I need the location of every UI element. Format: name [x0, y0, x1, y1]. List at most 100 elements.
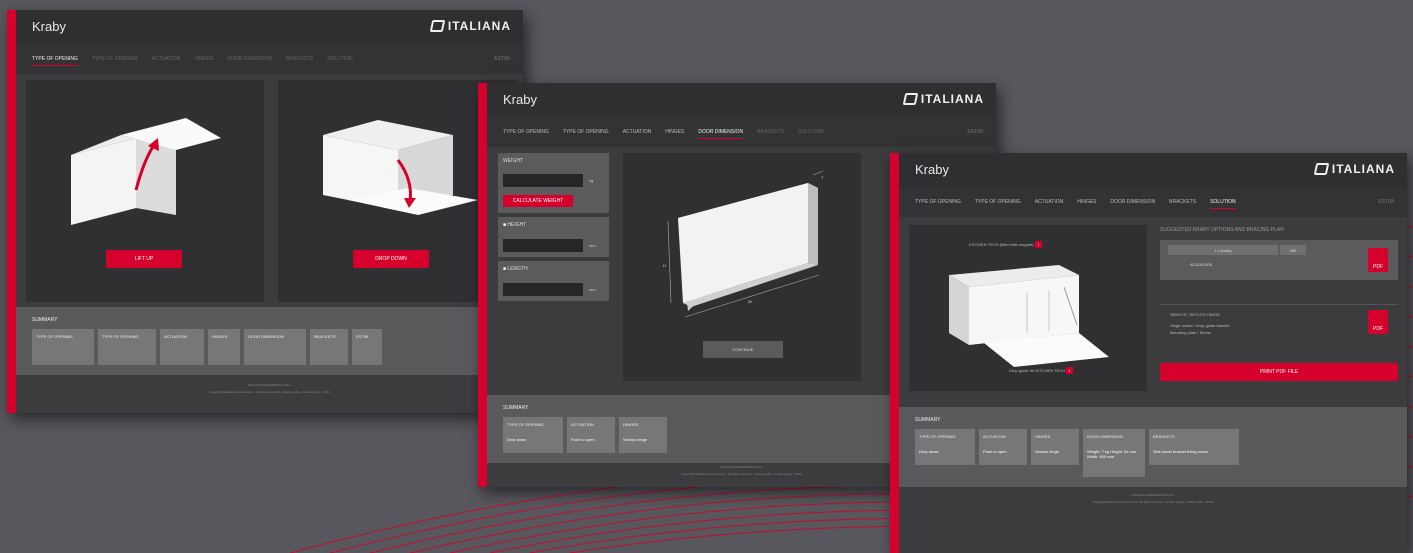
height-input[interactable] [503, 239, 583, 252]
summary-chip: BRACKETS Side panel bracket fixing screw [1149, 429, 1239, 465]
summary-chip: TYPE OF OPENING Drop down [503, 417, 563, 453]
lift-up-cabinet-illustration [71, 118, 221, 225]
summary-chip: TYPE OF OPENING [98, 329, 156, 365]
tab-estim[interactable]: ESTIM. [967, 126, 984, 138]
dim-t-label: T [821, 175, 824, 180]
tab-hinges[interactable]: HINGES [1077, 196, 1096, 208]
app-header: Kraby ITALIANA [16, 10, 523, 44]
lift-up-card[interactable]: LIFT UP [26, 80, 264, 302]
info-title: SENSYS / SKYLITE HINGE [1170, 312, 1220, 317]
summary-title: SUMMARY [32, 317, 58, 323]
info-badge-icon: i [1066, 367, 1074, 374]
tab-type-of-opening-2[interactable]: TYPE OF OPENING [563, 126, 609, 138]
tab-type-of-opening[interactable]: TYPE OF OPENING [915, 196, 961, 208]
print-pdf-button[interactable]: PRINT PDF FILE [1160, 363, 1398, 381]
summary-chip: HINGES Sensys hinge [1031, 429, 1079, 465]
length-field-group: ■ LENGTH mm [498, 261, 609, 301]
tab-actuation[interactable]: ACTUATION [152, 53, 181, 65]
info-line-1: Hinge model / Drop guide bracket [1170, 323, 1230, 328]
summary-chip: ACTUATION [160, 329, 204, 365]
logo-mark-icon [902, 93, 919, 105]
footer-company: ITALIANA FERRAMENTA S.R.L. [247, 383, 292, 387]
app-brand: Kraby [503, 92, 537, 107]
tab-door-dimension[interactable]: DOOR DIMENSION [227, 53, 272, 65]
italiana-logo: ITALIANA [429, 19, 511, 33]
summary-chip: HINGES Sensys hinge [619, 417, 667, 453]
summary-chip: DOOR DIMENSION Weight: 7 kg Height: 3x mm… [1083, 429, 1145, 477]
summary-section: SUMMARY TYPE OF OPENING TYPE OF OPENING … [16, 307, 523, 375]
app-header: Kraby ITALIANA [487, 83, 996, 117]
summary-title: SUMMARY [503, 405, 529, 411]
weight-field-group: WEIGHT kg CALCULATE WEIGHT [498, 153, 609, 213]
option-size-button[interactable]: 180 [1280, 245, 1306, 255]
option-kraby-button[interactable]: 1 x Kraby [1168, 245, 1278, 255]
step-nav: TYPE OF OPENING TYPE OF OPENING ACTUATIO… [487, 117, 996, 147]
lift-up-button[interactable]: LIFT UP [106, 250, 182, 268]
summary-chip: DOOR DIMENSION [244, 329, 306, 365]
app-brand: Kraby [32, 19, 66, 34]
calculate-weight-button[interactable]: CALCULATE WEIGHT [503, 195, 573, 207]
length-input[interactable] [503, 283, 583, 296]
tab-type-of-opening-2[interactable]: TYPE OF OPENING [92, 53, 138, 65]
tab-estim[interactable]: ESTIM. [494, 53, 511, 65]
summary-chip: HINGES [208, 329, 240, 365]
options-divider [1160, 304, 1398, 305]
door-panel-illustration [667, 170, 824, 318]
logo-text: ITALIANA [447, 19, 511, 33]
italiana-logo: ITALIANA [1313, 162, 1395, 176]
length-unit: mm [589, 287, 596, 292]
accent-bar [7, 10, 16, 413]
footer: ITALIANA FERRAMENTA S.R.L. Copyright Ita… [16, 383, 523, 413]
tab-hinges[interactable]: HINGES [194, 53, 213, 65]
tab-brackets[interactable]: BRACKETS [757, 126, 784, 138]
window-type-of-opening: Kraby ITALIANA TYPE OF OPENING TYPE OF O… [7, 10, 523, 413]
continue-button[interactable]: CONTINUE [703, 341, 783, 358]
summary-chips: TYPE OF OPENING Drop down ACTUATION Push t… [915, 429, 1239, 477]
tab-door-dimension[interactable]: DOOR DIMENSION [698, 126, 744, 139]
tab-type-of-opening[interactable]: TYPE OF OPENING [32, 53, 78, 66]
weight-label: WEIGHT [503, 158, 523, 164]
summary-chip: ACTUATION Push to open [567, 417, 615, 453]
tab-door-dimension[interactable]: DOOR DIMENSION [1110, 196, 1155, 208]
app-header: Kraby ITALIANA [899, 153, 1407, 187]
window-solution: Kraby ITALIANA TYPE OF OPENING TYPE OF O… [890, 153, 1407, 553]
tab-brackets[interactable]: BRACKETS [1169, 196, 1196, 208]
length-label: ■ LENGTH [503, 266, 528, 272]
footer: ITALIANA FERRAMENTA S.R.L. Copyright Ita… [899, 493, 1407, 553]
tab-solution[interactable]: SOLUTION [327, 53, 353, 65]
solution-preview-panel: KITCHEN TECH (fitted with magnet) i Drop… [909, 225, 1147, 391]
summary-chip: TYPE OF OPENING [32, 329, 94, 365]
height-unit: mm [589, 243, 596, 248]
logo-mark-icon [1313, 163, 1330, 175]
drop-guide-note: Drop guide for KITCHEN TECH i [1009, 367, 1074, 374]
tab-actuation[interactable]: ACTUATION [1035, 196, 1064, 208]
tab-solution[interactable]: SOLUTION [1210, 196, 1236, 209]
summary-chips: TYPE OF OPENING Drop down ACTUATION Push t… [503, 417, 667, 453]
summary-title: SUMMARY [915, 417, 941, 423]
pdf-download-icon[interactable]: PDF [1368, 248, 1388, 272]
height-marker-icon: ■ [503, 222, 507, 228]
accent-bar [890, 153, 899, 553]
dim-h-label: H [663, 263, 666, 268]
door-preview-panel: H W T CONTINUE [623, 153, 861, 381]
tab-estim[interactable]: ESTIM. [1378, 196, 1395, 208]
logo-mark-icon [429, 20, 446, 32]
tab-actuation[interactable]: ACTUATION [623, 126, 652, 138]
weight-input[interactable] [503, 174, 583, 187]
italiana-logo: ITALIANA [902, 92, 984, 106]
options-title: SUGGESTED KRABY OPTIONS AND BRACING PLAN [1160, 227, 1284, 233]
footer-company: ITALIANA FERRAMENTA S.R.L. [1131, 493, 1175, 497]
drop-down-button[interactable]: DROP DOWN [353, 250, 429, 268]
tab-solution[interactable]: SOLUTION [798, 126, 824, 138]
tab-type-of-opening-2[interactable]: TYPE OF OPENING [975, 196, 1021, 208]
tab-brackets[interactable]: BRACKETS [286, 53, 313, 65]
summary-chip: ESTIM. [352, 329, 382, 365]
length-marker-icon: ■ [503, 266, 507, 272]
summary-chips: TYPE OF OPENING TYPE OF OPENING ACTUATIO… [32, 329, 382, 365]
pdf-download-icon[interactable]: PDF [1368, 310, 1388, 334]
info-line-2: Mounting plate / Screw [1170, 330, 1211, 335]
tab-type-of-opening[interactable]: TYPE OF OPENING [503, 126, 549, 138]
tab-hinges[interactable]: HINGES [665, 126, 684, 138]
height-label: ■ HEIGHT [503, 222, 527, 228]
summary-chip: ACTUATION Push to open [979, 429, 1027, 465]
